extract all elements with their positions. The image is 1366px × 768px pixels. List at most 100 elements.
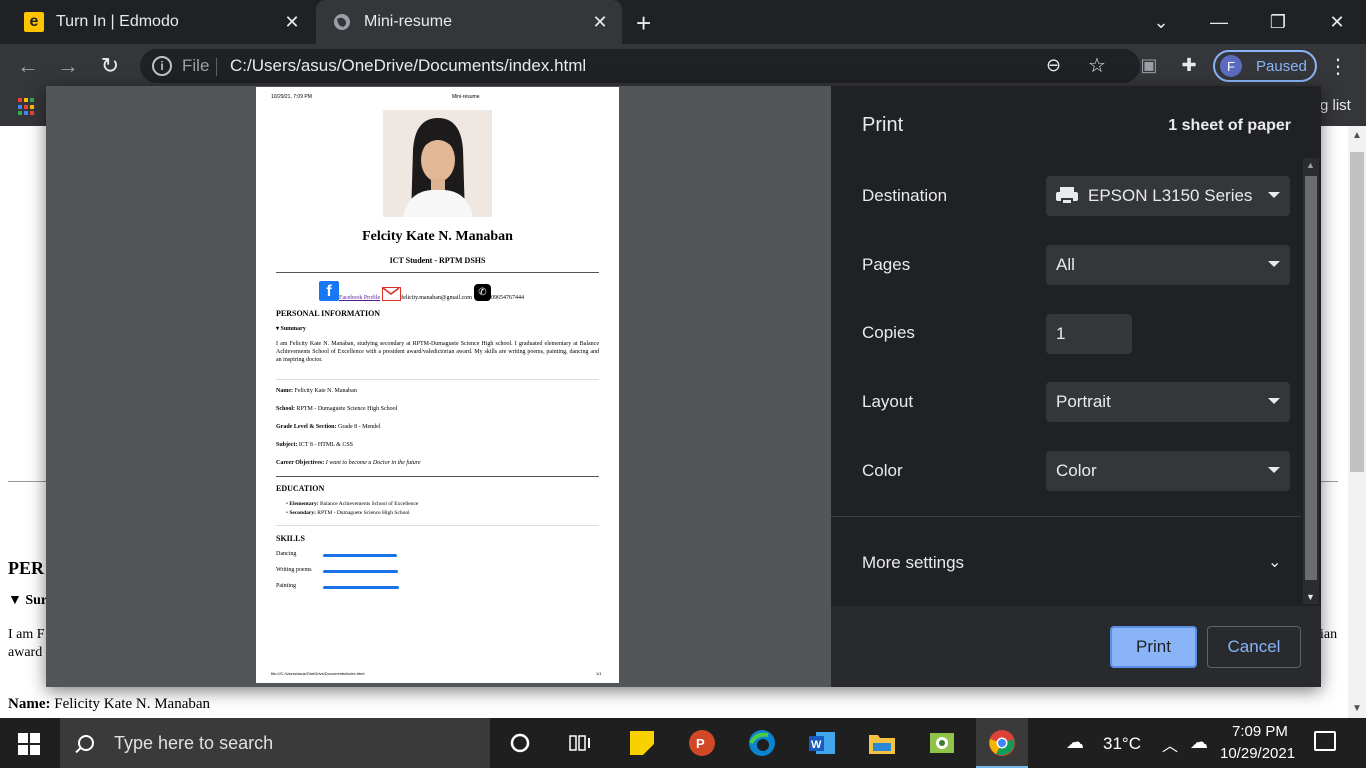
temperature[interactable]: 31°C <box>1103 734 1141 754</box>
dropdown-caret-icon <box>1268 467 1280 473</box>
scroll-down-icon[interactable]: ▼ <box>1306 592 1315 602</box>
more-settings-toggle[interactable]: More settings <box>862 553 964 573</box>
tab-title: Turn In | Edmodo <box>56 13 179 30</box>
facebook-link[interactable]: Facebook Profile <box>339 295 380 301</box>
powerpoint-icon[interactable]: P <box>688 729 716 757</box>
minimize-icon[interactable]: — <box>1190 0 1248 44</box>
chrome-icon[interactable] <box>988 729 1016 757</box>
edmodo-icon: e <box>24 12 44 32</box>
word-icon[interactable]: W <box>808 729 836 757</box>
scroll-up-icon[interactable]: ▲ <box>1352 130 1362 141</box>
field-value: ICT 8 - HTML & CSS <box>298 442 354 448</box>
page-scrollbar[interactable]: ▲ ▼ <box>1348 126 1366 718</box>
info-row: Subject: ICT 8 - HTML & CSS <box>276 442 353 448</box>
skill-bar <box>323 554 397 557</box>
preview-page: 10/29/21, 7:09 PM Mini-resume Felcity Ka… <box>256 87 619 683</box>
section-heading: SKILLS <box>276 534 305 543</box>
taskbar-search[interactable]: Type here to search <box>60 718 490 768</box>
scroll-down-icon[interactable]: ▼ <box>1352 703 1362 714</box>
dialog-footer: Print Cancel <box>831 606 1321 687</box>
phone-text: 09654767444 <box>490 295 524 301</box>
url-text[interactable]: C:/Users/asus/OneDrive/Documents/index.h… <box>230 56 586 76</box>
clock-date[interactable]: 10/29/2021 <box>1220 745 1295 762</box>
back-icon[interactable]: ← <box>14 52 42 80</box>
reading-list[interactable]: g list <box>1320 97 1351 114</box>
zoom-icon[interactable]: ⊖ <box>1046 55 1061 76</box>
printer-icon <box>1056 187 1078 205</box>
print-button[interactable]: Print <box>1110 626 1197 668</box>
destination-value: EPSON L3150 Series <box>1088 186 1253 205</box>
copies-input[interactable]: 1 <box>1046 314 1132 354</box>
tab-search-chevron-icon[interactable]: ⌄ <box>1132 0 1190 44</box>
app-icon[interactable] <box>928 729 956 757</box>
print-settings-panel: Print 1 sheet of paper Destination EPSON… <box>831 86 1321 687</box>
sheet-count: 1 sheet of paper <box>1168 117 1291 134</box>
onedrive-icon[interactable]: ☁ <box>1190 732 1208 753</box>
puzzle-icon[interactable]: ✚ <box>1178 54 1200 76</box>
tab-edmodo[interactable]: e Turn In | Edmodo ✕ <box>8 0 314 44</box>
apps-icon[interactable] <box>18 98 36 116</box>
sticky-notes-icon[interactable] <box>628 729 656 757</box>
section-heading: PERSONAL INFORMATION <box>276 309 381 318</box>
scroll-up-icon[interactable]: ▲ <box>1306 160 1315 170</box>
page-header-title: Mini-resume <box>452 94 480 100</box>
resume-role: ICT Student - RPTM DSHS <box>389 256 486 265</box>
close-window-icon[interactable]: ✕ <box>1308 0 1366 44</box>
color-select[interactable]: Color <box>1046 451 1290 491</box>
avatar: F <box>1220 55 1242 77</box>
tab-title: Mini-resume <box>364 13 453 30</box>
info-row: School: RPTM - Dumaguete Science High Sc… <box>276 406 397 412</box>
close-tab-icon[interactable]: ✕ <box>278 12 306 33</box>
dropdown-caret-icon <box>1268 398 1280 404</box>
new-tab-icon[interactable]: + <box>636 8 651 39</box>
clock-time[interactable]: 7:09 PM <box>1232 723 1288 740</box>
profile-photo <box>383 110 492 217</box>
cortana-icon[interactable] <box>506 729 534 757</box>
extension-icon[interactable]: ▣ <box>1138 54 1160 76</box>
email-text: felicity.manaban@gmail.com <box>401 295 472 301</box>
search-icon <box>78 735 94 751</box>
cancel-button[interactable]: Cancel <box>1207 626 1301 668</box>
color-value: Color <box>1056 461 1097 480</box>
chevron-down-icon[interactable]: ⌄ <box>1268 552 1281 572</box>
task-view-icon[interactable] <box>566 729 594 757</box>
chevron-up-icon[interactable]: ︿ <box>1162 732 1178 756</box>
layout-label: Layout <box>862 392 914 411</box>
summary-line: I am F <box>8 627 45 642</box>
layout-select[interactable]: Portrait <box>1046 382 1290 422</box>
summary-line-tail: ian <box>1320 627 1338 642</box>
notification-icon[interactable] <box>1314 731 1336 751</box>
destination-select[interactable]: EPSON L3150 Series <box>1046 176 1290 216</box>
forward-icon[interactable]: → <box>54 52 82 80</box>
weather-icon[interactable]: ☁ <box>1066 732 1084 753</box>
summary-toggle[interactable]: ▼ Sur <box>8 593 47 609</box>
windows-start-icon[interactable] <box>18 733 40 755</box>
divider <box>276 379 599 380</box>
edge-icon[interactable] <box>748 729 776 757</box>
divider <box>216 58 217 76</box>
settings-scrollbar[interactable]: ▲ ▼ <box>1303 158 1319 604</box>
tab-mini-resume[interactable]: Mini-resume ✕ <box>316 0 622 44</box>
dropdown-caret-icon <box>1268 261 1280 267</box>
file-explorer-icon[interactable] <box>868 729 896 757</box>
divider <box>831 516 1301 517</box>
close-tab-icon[interactable]: ✕ <box>586 12 614 33</box>
skill-bar <box>323 586 399 589</box>
divider <box>276 525 599 526</box>
gmail-icon <box>382 287 402 301</box>
pages-select[interactable]: All <box>1046 245 1290 285</box>
reload-icon[interactable]: ↻ <box>96 52 124 80</box>
restore-icon[interactable]: ❐ <box>1249 0 1307 44</box>
address-bar[interactable]: i File C:/Users/asus/OneDrive/Documents/… <box>140 49 1140 83</box>
layout-value: Portrait <box>1056 392 1111 411</box>
scroll-thumb[interactable] <box>1305 176 1317 580</box>
field-value: RPTM - Dumaguete Science High School <box>296 406 398 412</box>
info-icon[interactable]: i <box>152 56 172 76</box>
field-label: School: <box>276 406 296 412</box>
info-row: Grade Level & Section: Grade 8 - Mendel <box>276 424 380 430</box>
field-label: Grade Level & Section: <box>276 424 337 430</box>
bookmark-star-icon[interactable]: ☆ <box>1088 53 1106 78</box>
profile-button[interactable]: F Paused <box>1213 50 1317 82</box>
scroll-thumb[interactable] <box>1350 152 1364 472</box>
menu-icon[interactable]: ⋮ <box>1328 54 1348 79</box>
